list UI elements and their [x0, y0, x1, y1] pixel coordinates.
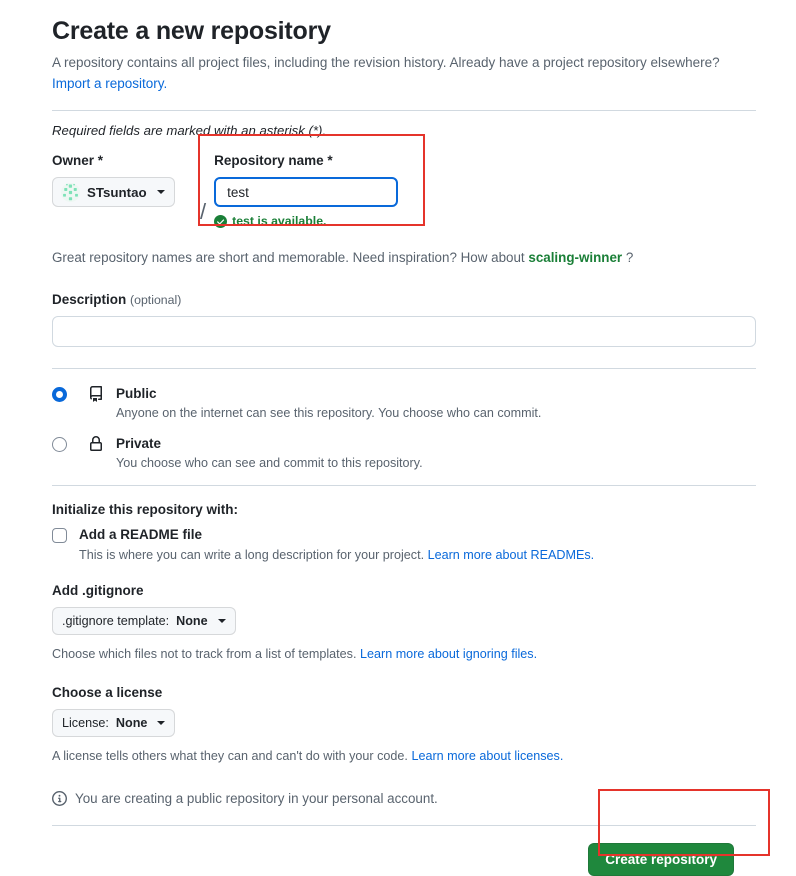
visibility-notice: You are creating a public repository in … [52, 791, 756, 806]
visibility-option-public[interactable]: Public Anyone on the internet can see th… [52, 385, 756, 423]
chevron-down-icon [156, 190, 165, 194]
gitignore-select-prefix: .gitignore template: [62, 614, 170, 628]
readme-checkbox[interactable] [52, 528, 67, 543]
readme-option[interactable]: Add a README file This is where you can … [52, 526, 756, 565]
description-input[interactable] [52, 316, 756, 347]
visibility-private-title: Private [116, 436, 162, 451]
license-section: Choose a license License: None A license… [52, 685, 756, 765]
visibility-public-text: Public Anyone on the internet can see th… [116, 385, 756, 423]
footer-actions: Create repository [52, 843, 756, 876]
readme-title: Add a README file [79, 527, 203, 542]
repository-name-label: Repository name * [214, 153, 333, 168]
inspiration-prefix: Great repository names are short and mem… [52, 250, 525, 265]
visibility-public-desc: Anyone on the internet can see this repo… [116, 406, 542, 420]
readme-label-block: Add a README file This is where you can … [79, 526, 594, 565]
owner-and-name-row: Owner * STsuntao / Repository name * tes… [52, 152, 756, 228]
suggested-name-link[interactable]: scaling-winner [528, 250, 622, 265]
owner-name-separator: / [200, 199, 207, 224]
availability-text: test is available. [232, 214, 327, 228]
license-learn-more-link[interactable]: Learn more about licenses. [411, 749, 563, 763]
radio-public[interactable] [52, 387, 67, 402]
page-title: Create a new repository [52, 17, 331, 45]
license-select-value: None [115, 716, 148, 730]
divider-visibility [52, 485, 756, 486]
license-heading: Choose a license [52, 685, 163, 700]
description-label-text: Description [52, 292, 127, 307]
readme-desc-text: This is where you can write a long descr… [79, 548, 425, 562]
create-repository-page: Create a new repository A repository con… [0, 0, 796, 876]
owner-select-button[interactable]: STsuntao [52, 177, 175, 207]
check-circle-icon [214, 214, 228, 228]
license-helper-text: A license tells others what they can and… [52, 749, 408, 763]
readme-learn-more-link[interactable]: Learn more about READMEs. [428, 548, 595, 562]
visibility-option-private[interactable]: Private You choose who can see and commi… [52, 435, 756, 473]
availability-status: test is available. [214, 214, 414, 228]
owner-field: Owner * STsuntao [52, 152, 192, 207]
gitignore-template-select[interactable]: .gitignore template: None [52, 607, 236, 635]
inspiration-suffix: ? [625, 250, 634, 265]
page-subtitle-text: A repository contains all project files,… [52, 55, 720, 70]
avatar [61, 182, 80, 202]
divider-header [52, 110, 756, 111]
visibility-public-title: Public [116, 386, 157, 401]
owner-label: Owner * [52, 153, 104, 168]
description-label: Description (optional) [52, 292, 756, 307]
description-optional-tag: (optional) [130, 293, 182, 307]
visibility-private-text: Private You choose who can see and commi… [116, 435, 756, 473]
license-helper: A license tells others what they can and… [52, 747, 756, 765]
chevron-down-icon [217, 619, 226, 623]
name-inspiration-text: Great repository names are short and mem… [52, 250, 756, 265]
gitignore-section: Add .gitignore .gitignore template: None… [52, 583, 756, 663]
radio-private[interactable] [52, 437, 67, 452]
license-select[interactable]: License: None [52, 709, 176, 737]
gitignore-helper-text: Choose which files not to track from a l… [52, 647, 357, 661]
visibility-private-desc: You choose who can see and commit to thi… [116, 456, 423, 470]
repository-name-input[interactable] [214, 177, 399, 207]
chevron-down-icon [157, 721, 166, 725]
readme-desc: This is where you can write a long descr… [79, 546, 594, 565]
info-icon [52, 791, 67, 806]
repository-name-field: Repository name * test is available. [214, 152, 414, 228]
visibility-options: Public Anyone on the internet can see th… [52, 385, 756, 473]
license-select-prefix: License: [62, 716, 109, 730]
lock-icon [88, 436, 104, 457]
divider-footer [52, 825, 756, 826]
gitignore-learn-more-link[interactable]: Learn more about ignoring files. [360, 647, 537, 661]
divider-description [52, 368, 756, 369]
repo-icon [88, 386, 104, 407]
gitignore-select-value: None [176, 614, 208, 628]
page-subtitle: A repository contains all project files,… [52, 52, 756, 94]
create-repository-button[interactable]: Create repository [588, 843, 734, 876]
visibility-notice-text: You are creating a public repository in … [75, 791, 438, 806]
owner-name: STsuntao [87, 184, 147, 200]
gitignore-heading: Add .gitignore [52, 583, 144, 598]
import-repository-link[interactable]: Import a repository. [52, 76, 167, 91]
required-fields-note: Required fields are marked with an aster… [52, 123, 327, 138]
gitignore-helper: Choose which files not to track from a l… [52, 645, 756, 663]
initialize-heading: Initialize this repository with: [52, 502, 239, 517]
